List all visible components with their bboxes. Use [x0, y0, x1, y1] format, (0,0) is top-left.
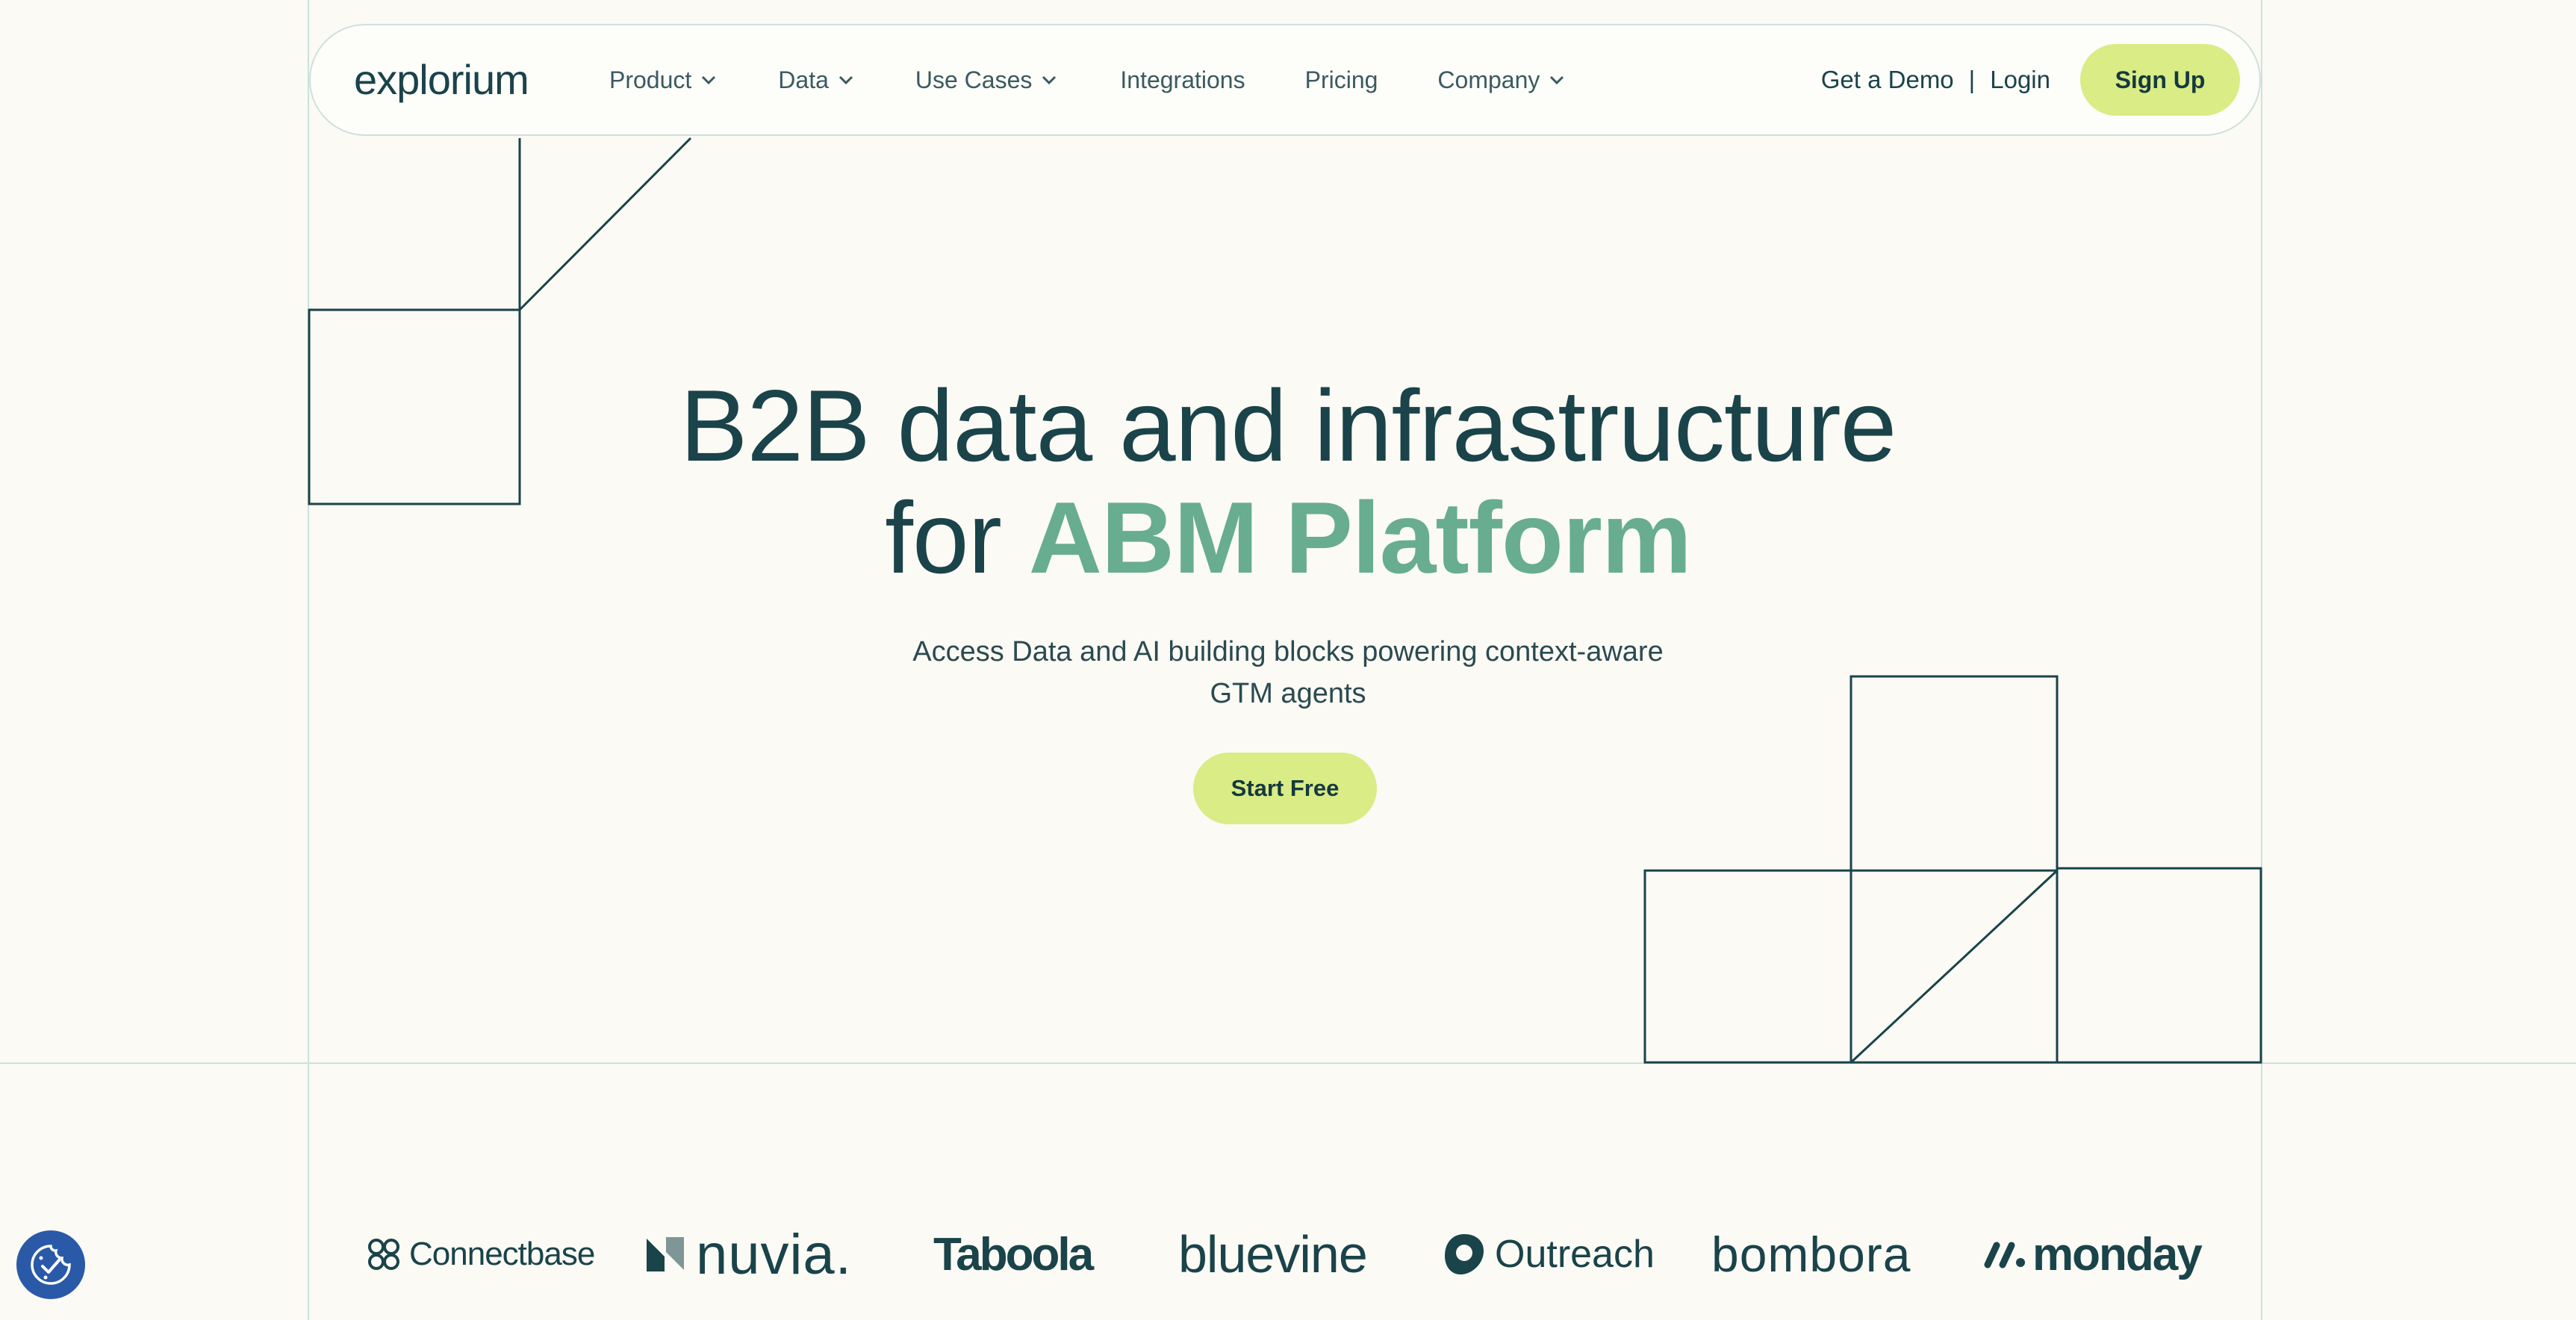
nuvia-logo: nuvia. [644, 1210, 852, 1299]
frame-line-right [2261, 0, 2262, 1320]
nav-item-label: Product [609, 66, 692, 93]
sign-up-button[interactable]: Sign Up [2080, 44, 2240, 116]
cookie-consent-icon [31, 1245, 71, 1285]
nav-item-pricing[interactable]: Pricing [1305, 66, 1378, 94]
chevron-down-icon [1042, 75, 1057, 85]
monday-mark-icon [1984, 1242, 2025, 1268]
taboola-logo: Taboola [933, 1210, 1094, 1299]
nav-item-integrations[interactable]: Integrations [1120, 66, 1245, 94]
logo-text: Connectbase [409, 1236, 595, 1272]
connectbase-logo: Connectbase [364, 1210, 595, 1299]
cookie-consent-button[interactable] [16, 1230, 85, 1299]
logo-text: monday [2032, 1228, 2203, 1280]
hero-subtitle-line2: GTM agents [1210, 678, 1366, 709]
nav-item-label: Pricing [1304, 66, 1378, 93]
hero-subtitle-line1: Access Data and AI building blocks power… [912, 636, 1664, 667]
bluevine-logo: bluevine [1178, 1210, 1368, 1299]
logo-text: bombora [1711, 1227, 1911, 1282]
outreach-logo: Outreach [1443, 1210, 1655, 1299]
nav-item-label: Company [1437, 66, 1540, 93]
hero-title: B2B data and infrastructure for ABM Plat… [0, 370, 2576, 594]
monday-logo: monday [1982, 1210, 2203, 1299]
hero-subtitle: Access Data and AI building blocks power… [821, 631, 1755, 715]
logo-text: bluevine [1178, 1225, 1368, 1283]
explorium-logo[interactable]: explorium [354, 55, 529, 104]
hero-title-accent: ABM Platform [1028, 481, 1692, 594]
top-navigation-bar: explorium Product Data Use Cases Integra… [309, 24, 2261, 136]
customer-logo-strip: Connectbase nuvia. Taboola bluevine Outr… [0, 1210, 2576, 1299]
start-free-button[interactable]: Start Free [1193, 753, 1377, 824]
nav-item-use-cases[interactable]: Use Cases [915, 66, 1061, 94]
nav-item-label: Use Cases [915, 66, 1033, 93]
chevron-down-icon [1550, 75, 1564, 85]
logo-text: Outreach [1495, 1233, 1655, 1276]
bombora-logo: bombora [1711, 1210, 1911, 1299]
nav-actions: Get a Demo | Login Sign Up [1821, 25, 2240, 134]
logo-text: Taboola [933, 1228, 1094, 1280]
nav-item-label: Integrations [1120, 66, 1245, 93]
login-link[interactable]: Login [1990, 66, 2050, 94]
hero-title-prefix: for [885, 481, 1002, 594]
nav-item-label: Data [778, 66, 829, 93]
frame-line-left [308, 0, 309, 1320]
nav-item-data[interactable]: Data [778, 66, 857, 94]
main-menu: Product Data Use Cases Integrations Pric… [609, 25, 1568, 134]
hero-bottom-divider [0, 1062, 2576, 1064]
nav-separator: | [1968, 66, 1976, 93]
connectbase-mark-icon [368, 1239, 399, 1270]
nuvia-mark-icon [647, 1237, 684, 1271]
get-a-demo-link[interactable]: Get a Demo [1821, 66, 1954, 94]
logo-text: nuvia. [696, 1222, 852, 1286]
outreach-mark-icon [1445, 1234, 1484, 1274]
chevron-down-icon [839, 75, 853, 85]
hero-title-line1: B2B data and infrastructure [679, 369, 1897, 482]
nav-item-company[interactable]: Company [1437, 66, 1568, 94]
chevron-down-icon [702, 75, 716, 85]
nav-item-product[interactable]: Product [609, 66, 720, 94]
